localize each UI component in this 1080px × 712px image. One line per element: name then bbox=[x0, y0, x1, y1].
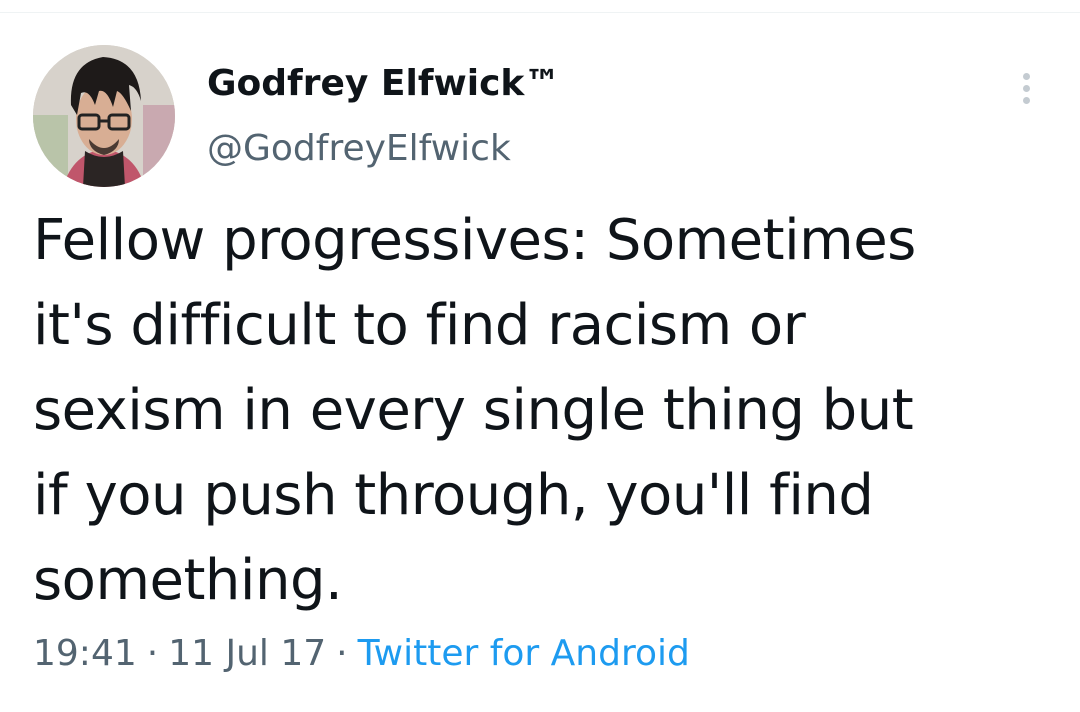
tweet-time[interactable]: 19:41 bbox=[33, 633, 137, 674]
avatar[interactable] bbox=[33, 45, 175, 187]
tweet-date[interactable]: 11 Jul 17 bbox=[168, 633, 326, 674]
more-options-icon-dot bbox=[1022, 84, 1030, 92]
tweet-text: Fellow progressives: Sometimes it's diff… bbox=[33, 208, 916, 613]
tweet-source-link[interactable]: Twitter for Android bbox=[358, 633, 690, 674]
more-options-icon-dot bbox=[1022, 96, 1030, 104]
separator: · bbox=[146, 633, 159, 674]
more-options-icon bbox=[1022, 72, 1030, 80]
more-options-button[interactable] bbox=[1008, 66, 1044, 110]
tweet-metadata: 19:41 · 11 Jul 17 · Twitter for Android bbox=[33, 632, 690, 676]
display-name[interactable]: Godfrey Elfwick™ bbox=[207, 62, 560, 106]
avatar-photo-icon bbox=[33, 45, 175, 187]
separator: · bbox=[336, 633, 348, 674]
user-handle[interactable]: @GodfreyElfwick bbox=[207, 127, 511, 171]
tweet: Godfrey Elfwick™ @GodfreyElfwick Fellow … bbox=[0, 0, 1080, 712]
